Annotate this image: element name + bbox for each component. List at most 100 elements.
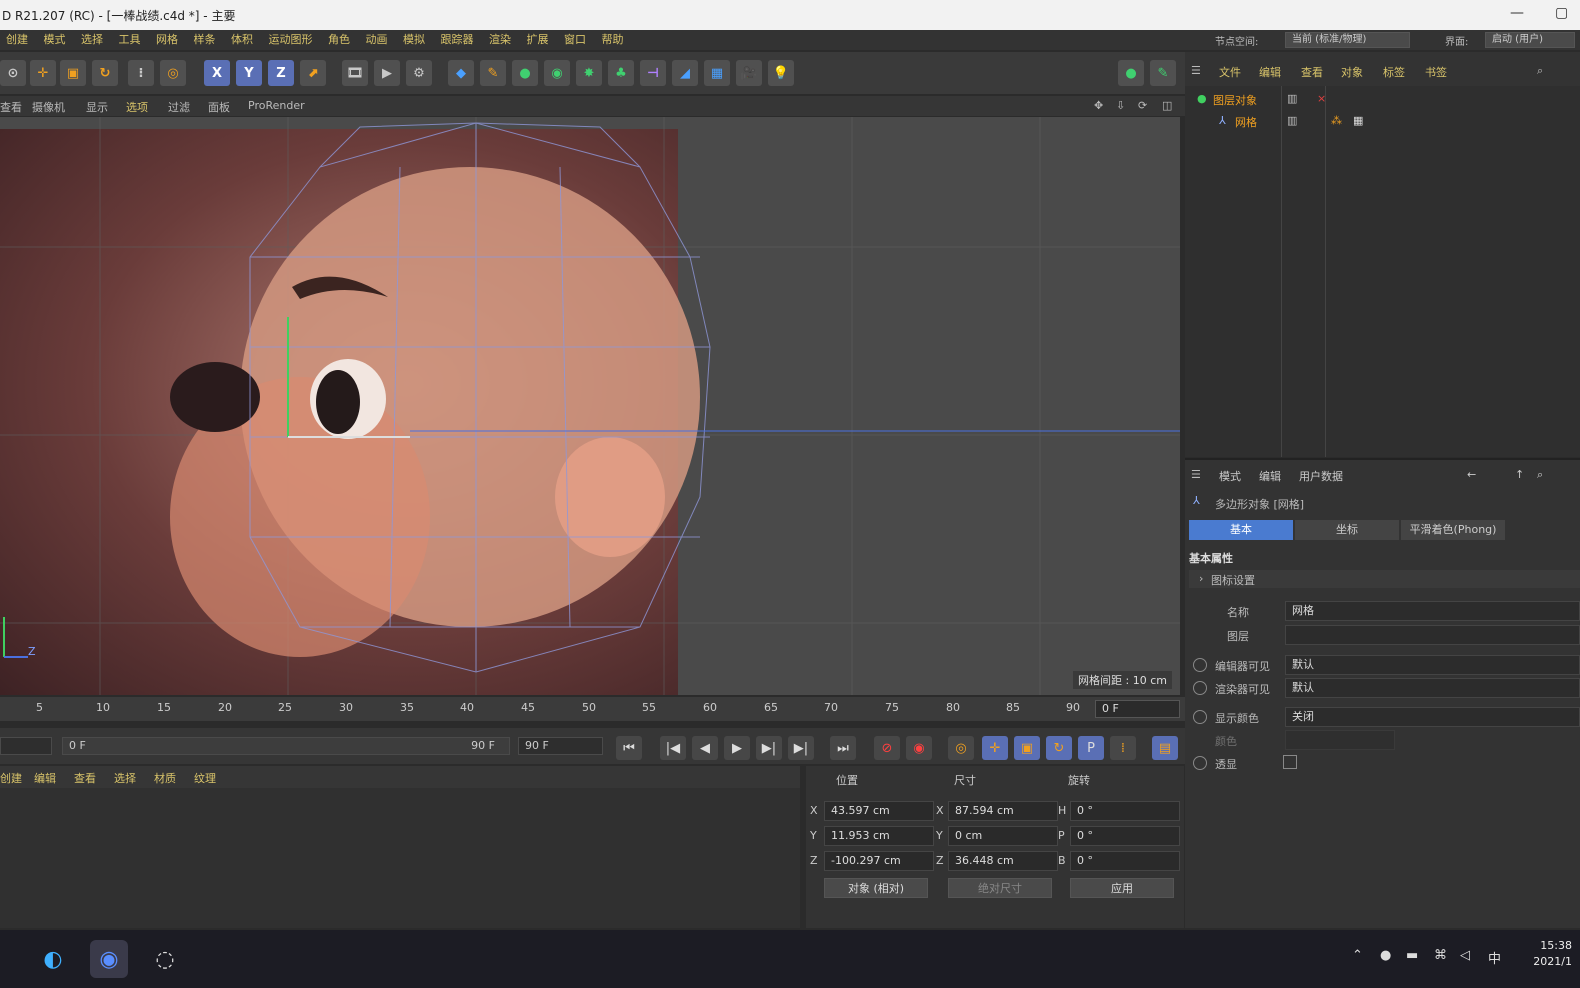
viewport-rotate-icon[interactable]: ⟳ xyxy=(1138,99,1147,112)
search-icon[interactable]: ⌕ xyxy=(1537,468,1543,482)
floor-icon[interactable]: ▦ xyxy=(704,60,730,86)
deformer-icon[interactable]: ⊣ xyxy=(640,60,666,86)
object-row[interactable]: ● 图层对象 ▥ × xyxy=(1185,88,1580,110)
live-select-icon[interactable]: ⊙ xyxy=(0,60,26,86)
tray-chevron-icon[interactable]: ⌃ xyxy=(1352,948,1363,963)
field-icon[interactable]: ◢ xyxy=(672,60,698,86)
key-scale-icon[interactable]: ▣ xyxy=(1014,736,1040,760)
next-frame-icon[interactable]: ▶| xyxy=(756,736,782,760)
app-icon[interactable]: ◌ xyxy=(146,940,184,978)
rot-p-field[interactable]: 0 ° xyxy=(1070,826,1180,846)
objmgr-menu-icon[interactable]: ☰ xyxy=(1191,64,1201,77)
render-view-icon[interactable]: 🎞 xyxy=(342,60,368,86)
menu-tracker[interactable]: 跟踪器 xyxy=(441,30,474,50)
tab-coord[interactable]: 坐标 xyxy=(1295,520,1399,540)
next-key-icon[interactable]: ▶| xyxy=(788,736,814,760)
menu-help[interactable]: 帮助 xyxy=(602,30,624,50)
move-icon[interactable]: ✛ xyxy=(30,60,56,86)
size-z-field[interactable]: 36.448 cm xyxy=(948,851,1058,871)
animate-radio[interactable] xyxy=(1193,681,1207,695)
menu-create[interactable]: 创建 xyxy=(6,30,28,50)
obj-menu-tags[interactable]: 标签 xyxy=(1383,64,1405,80)
menu-window[interactable]: 窗口 xyxy=(564,30,586,50)
ime-indicator-icon[interactable]: 中 xyxy=(1488,948,1501,967)
attr-menu-mode[interactable]: 模式 xyxy=(1219,468,1241,484)
prev-frame-icon[interactable]: ◀ xyxy=(692,736,718,760)
xray-checkbox[interactable] xyxy=(1283,755,1297,769)
visibility-icon[interactable]: ▥ xyxy=(1287,92,1297,105)
size-x-field[interactable]: 87.594 cm xyxy=(948,801,1058,821)
coordinate-system-icon[interactable]: ◎ xyxy=(160,60,186,86)
lock-x-icon[interactable]: X xyxy=(204,60,230,86)
timeline-window-icon[interactable]: ▤ xyxy=(1152,736,1178,760)
go-to-start-icon[interactable]: ⏮ xyxy=(616,736,642,760)
edge-browser-icon[interactable]: ◐ xyxy=(34,940,72,978)
microphone-icon[interactable]: ● xyxy=(1380,948,1391,963)
render-settings-icon[interactable]: ⚙ xyxy=(406,60,432,86)
animate-radio[interactable] xyxy=(1193,710,1207,724)
ball-icon[interactable]: ● xyxy=(1118,60,1144,86)
menu-simulate[interactable]: 模拟 xyxy=(403,30,425,50)
menu-select[interactable]: 选择 xyxy=(81,30,103,50)
mat-menu-material[interactable]: 材质 xyxy=(154,770,176,786)
obj-menu-view[interactable]: 查看 xyxy=(1301,64,1323,80)
cube-icon[interactable]: ◆ xyxy=(448,60,474,86)
menu-mograph[interactable]: 运动图形 xyxy=(269,30,313,50)
render-picture-viewer-icon[interactable]: ▶ xyxy=(374,60,400,86)
phong-tag-icon[interactable]: ▦ xyxy=(1353,114,1363,127)
menu-spline[interactable]: 样条 xyxy=(194,30,216,50)
pos-z-field[interactable]: -100.297 cm xyxy=(824,851,934,871)
mat-menu-texture[interactable]: 纹理 xyxy=(194,770,216,786)
viewport-maximize-icon[interactable]: ◫ xyxy=(1162,99,1172,112)
size-y-field[interactable]: 0 cm xyxy=(948,826,1058,846)
object-list[interactable]: ● 图层对象 ▥ × ⅄ 网格 ▥ ⁂ ▦ xyxy=(1185,86,1580,457)
mat-menu-select[interactable]: 选择 xyxy=(114,770,136,786)
tab-phong[interactable]: 平滑着色(Phong) xyxy=(1401,520,1505,540)
vp-menu-panel[interactable]: 面板 xyxy=(208,99,230,115)
obj-menu-bookmarks[interactable]: 书签 xyxy=(1425,64,1447,80)
attr-menu-edit[interactable]: 编辑 xyxy=(1259,468,1281,484)
viewport-move-icon[interactable]: ✥ xyxy=(1094,99,1103,112)
animate-radio[interactable] xyxy=(1193,658,1207,672)
animate-radio[interactable] xyxy=(1193,756,1207,770)
menu-render[interactable]: 渲染 xyxy=(489,30,511,50)
vp-menu-filter[interactable]: 过滤 xyxy=(168,99,190,115)
script-icon[interactable]: ✎ xyxy=(1150,60,1176,86)
subdivision-icon[interactable]: ● xyxy=(512,60,538,86)
layer-field[interactable] xyxy=(1285,625,1580,645)
world-coords-icon[interactable]: ⬈ xyxy=(300,60,326,86)
record-icon[interactable]: ⊘ xyxy=(874,736,900,760)
obj-menu-object[interactable]: 对象 xyxy=(1341,64,1363,80)
mat-menu-view[interactable]: 查看 xyxy=(74,770,96,786)
mat-menu-edit[interactable]: 编辑 xyxy=(34,770,56,786)
obj-menu-edit[interactable]: 编辑 xyxy=(1259,64,1281,80)
attr-menu-userdata[interactable]: 用户数据 xyxy=(1299,468,1343,484)
pos-x-field[interactable]: 43.597 cm xyxy=(824,801,934,821)
mograph-icon[interactable]: ✸ xyxy=(576,60,602,86)
lock-z-icon[interactable]: Z xyxy=(268,60,294,86)
editor-visible-dropdown[interactable]: 默认 xyxy=(1285,655,1580,675)
attr-menu-icon[interactable]: ☰ xyxy=(1191,468,1201,481)
node-space-dropdown[interactable]: 当前 (标准/物理) xyxy=(1285,32,1410,48)
menu-mode[interactable]: 模式 xyxy=(44,30,66,50)
prev-key-icon[interactable]: |◀ xyxy=(660,736,686,760)
maximize-button[interactable]: ▢ xyxy=(1555,5,1568,21)
camera-icon[interactable]: 🎥 xyxy=(736,60,762,86)
icon-settings-group[interactable]: › 图标设置 xyxy=(1189,570,1580,588)
play-icon[interactable]: ▶ xyxy=(724,736,750,760)
tab-basic[interactable]: 基本 xyxy=(1189,520,1293,540)
up-arrow-icon[interactable]: ↑ xyxy=(1515,468,1524,481)
cinema4d-icon[interactable]: ◉ xyxy=(90,940,128,978)
key-pla-icon[interactable]: ⁞ xyxy=(1110,736,1136,760)
current-frame-field[interactable]: 0 F xyxy=(1095,700,1180,718)
size-mode-dropdown[interactable]: 绝对尺寸 xyxy=(948,878,1052,898)
network-icon[interactable]: ⌘ xyxy=(1434,948,1447,963)
key-param-icon[interactable]: P xyxy=(1078,736,1104,760)
max-frame-field[interactable]: 90 F xyxy=(518,737,603,755)
vp-menu-cameras[interactable]: 摄像机 xyxy=(32,99,65,115)
lock-y-icon[interactable]: Y xyxy=(236,60,262,86)
recent-tools-icon[interactable]: ⁝ xyxy=(128,60,154,86)
coord-mode-dropdown[interactable]: 对象 (相对) xyxy=(824,878,928,898)
render-visible-dropdown[interactable]: 默认 xyxy=(1285,678,1580,698)
rotate-icon[interactable]: ↻ xyxy=(92,60,118,86)
